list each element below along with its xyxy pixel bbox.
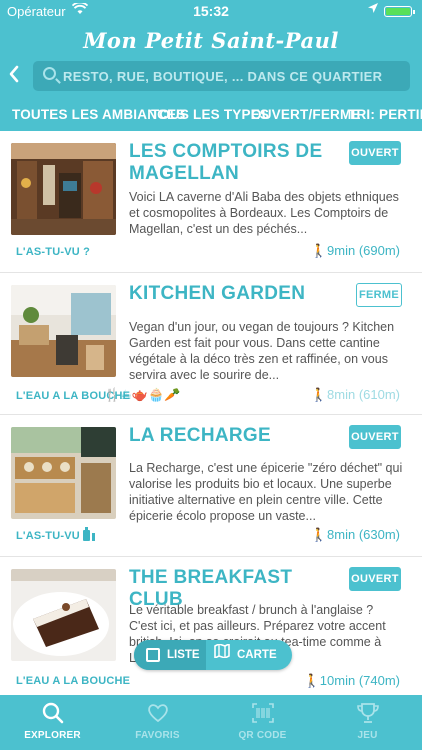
- qr-code-icon: [251, 701, 275, 725]
- status-badge: OUVERT: [349, 425, 401, 449]
- app-title: Mon Petit Saint-Paul: [83, 28, 339, 53]
- place-photo: [11, 285, 116, 377]
- walking-person-icon: 🚶: [310, 243, 328, 258]
- walking-person-icon: 🚶: [310, 527, 328, 542]
- status-badge: OUVERT: [349, 141, 401, 165]
- status-badge: OUVERT: [349, 567, 401, 591]
- search-icon: [41, 701, 65, 725]
- places-list[interactable]: LES COMPTOIRS DE MAGELLAN OUVERT Voici L…: [0, 131, 422, 695]
- search-bar[interactable]: [33, 61, 410, 91]
- place-photo: [11, 569, 116, 661]
- tab-favoris[interactable]: FAVORIS: [105, 695, 210, 750]
- food-category-icons: 🍴☕🫖🧁🥕: [104, 387, 180, 403]
- clock: 15:32: [193, 3, 229, 19]
- teapot-icon: 🫖: [131, 387, 149, 402]
- place-description: Vegan d'un jour, ou vegan de toujours ? …: [129, 320, 395, 382]
- filter-bar: TOUTES LES AMBIANCES TOUS LES TYPES OUVE…: [0, 101, 422, 131]
- header: Opérateur 15:32 Mon Petit Saint-Paul TOU…: [0, 0, 422, 131]
- walking-person-icon: 🚶: [310, 387, 328, 402]
- battery-icon: [384, 6, 415, 17]
- search-icon: [43, 67, 56, 80]
- walking-person-icon: 🚶: [303, 673, 320, 688]
- tab-label: EXPLORER: [24, 730, 81, 741]
- back-chevron-icon[interactable]: [8, 64, 24, 88]
- place-name[interactable]: LA RECHARGE: [129, 425, 339, 447]
- cutlery-icon: 🍴: [104, 387, 121, 402]
- place-photo: [11, 143, 116, 235]
- tab-label: FAVORIS: [135, 730, 180, 741]
- map-icon: [214, 640, 230, 670]
- place-card-the-breakfast-club[interactable]: THE BREAKFAST CLUB OUVERT Le véritable b…: [0, 557, 422, 695]
- place-description: Voici LA caverne d'Ali Baba des objets e…: [129, 190, 399, 236]
- tab-jeu[interactable]: JEU: [315, 695, 420, 750]
- heart-icon: [146, 701, 170, 725]
- trophy-icon: [356, 701, 380, 725]
- list-view-button[interactable]: LISTE: [134, 640, 206, 670]
- map-view-button[interactable]: CARTE: [214, 640, 277, 670]
- cupcake-icon: 🧁: [148, 387, 165, 402]
- tab-bar: EXPLORER FAVORIS QR CODE JEU: [0, 695, 422, 750]
- carrot-icon: 🥕: [164, 387, 181, 402]
- place-card-kitchen-garden[interactable]: KITCHEN GARDEN FERME Vegan d'un jour, ou…: [0, 273, 422, 415]
- ambiance-tag: L'AS-TU-VU ?: [16, 530, 91, 542]
- status-badge: FERME: [356, 283, 402, 307]
- walking-distance: 🚶8min (610m): [310, 387, 400, 402]
- walking-distance: 🚶8min (630m): [310, 527, 400, 542]
- filter-sort[interactable]: TRI: PERTINEN: [348, 107, 422, 122]
- bottle-refill-icon: [82, 526, 96, 545]
- coffee-icon: ☕: [120, 387, 132, 402]
- tab-qr-code[interactable]: QR CODE: [210, 695, 315, 750]
- tab-label: JEU: [357, 730, 378, 741]
- status-bar: Opérateur 15:32: [0, 0, 422, 22]
- ambiance-tag: L'AS-TU-VU ?: [16, 246, 91, 258]
- view-toggle[interactable]: LISTE CARTE: [134, 640, 292, 670]
- filter-open-closed[interactable]: OUVERT/FERME: [251, 107, 361, 122]
- tab-explorer[interactable]: EXPLORER: [0, 695, 105, 750]
- ambiance-tag: L'EAU A LA BOUCHE: [16, 675, 131, 687]
- place-card-la-recharge[interactable]: LA RECHARGE OUVERT La Recharge, c'est un…: [0, 415, 422, 557]
- place-photo: [11, 427, 116, 519]
- search-input[interactable]: [63, 61, 403, 91]
- place-name[interactable]: LES COMPTOIRS DE MAGELLAN: [129, 141, 339, 185]
- place-description: La Recharge, c'est une épicerie "zéro dé…: [129, 461, 403, 523]
- walking-distance: 🚶9min (690m): [310, 243, 400, 258]
- place-name[interactable]: KITCHEN GARDEN: [129, 283, 339, 305]
- walking-distance: 🚶10min (740m): [303, 673, 400, 688]
- tab-label: QR CODE: [238, 730, 287, 741]
- place-card-comptoirs-de-magellan[interactable]: LES COMPTOIRS DE MAGELLAN OUVERT Voici L…: [0, 131, 422, 273]
- location-arrow-icon: [368, 3, 378, 16]
- list-icon: [146, 647, 160, 662]
